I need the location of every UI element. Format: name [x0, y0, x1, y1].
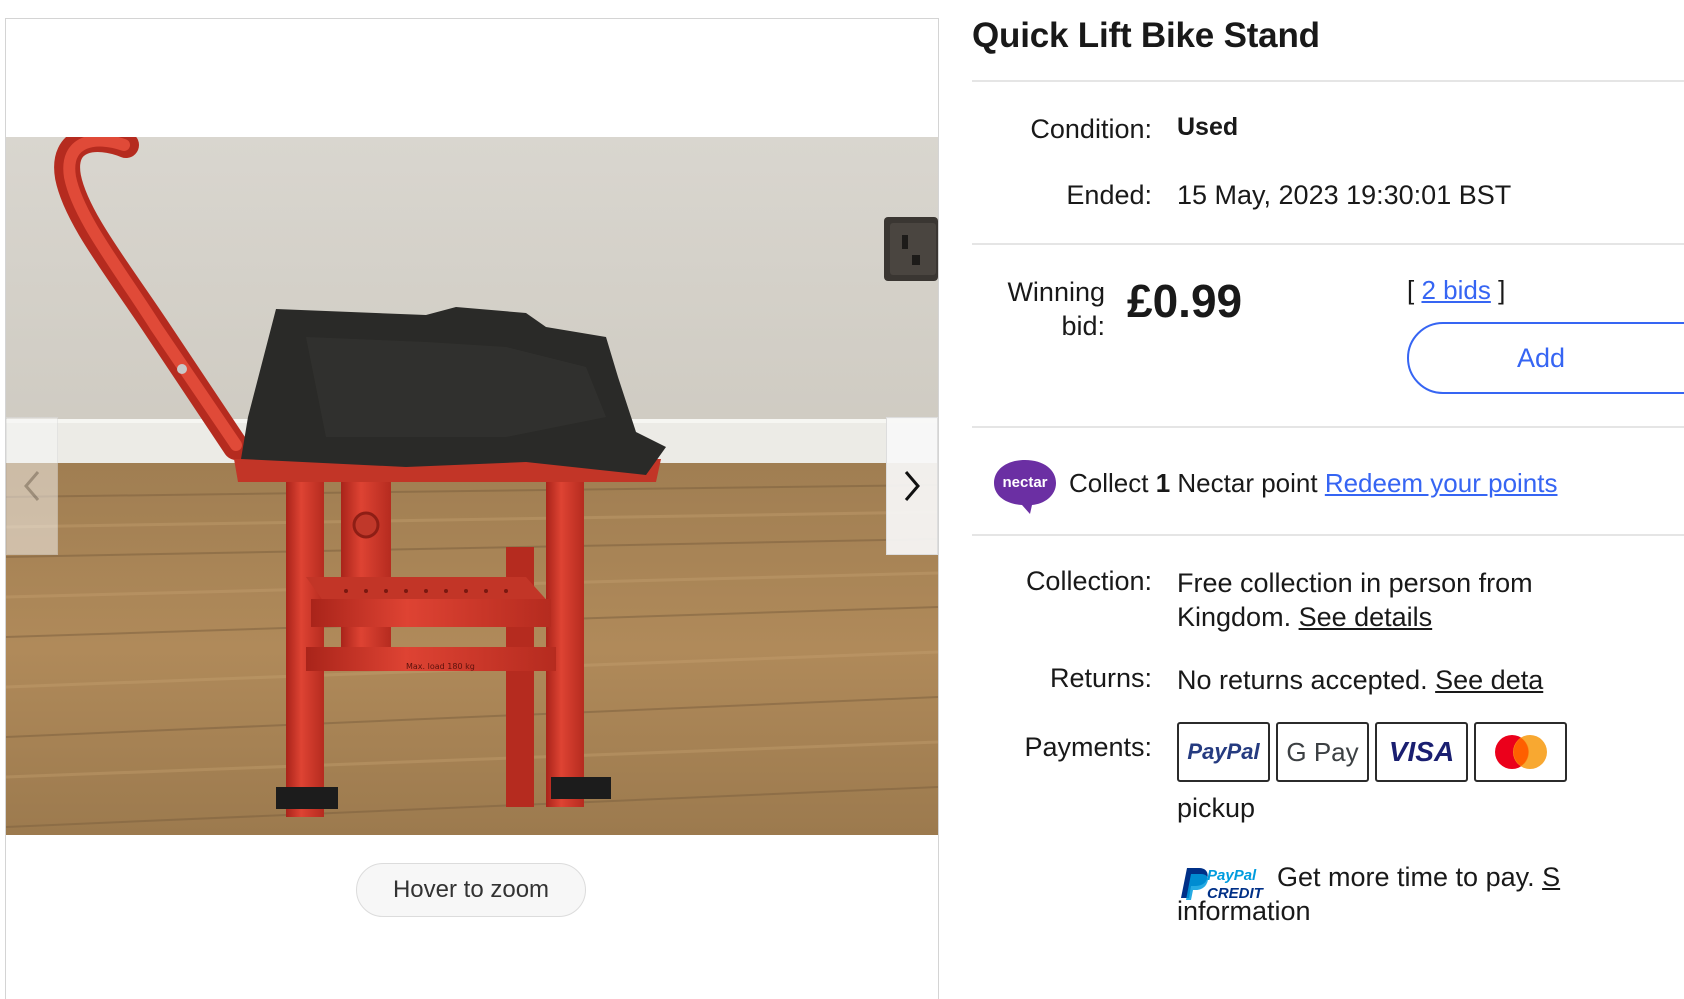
max-load-label: Max. load 180 kg [406, 662, 475, 671]
collection-see-details-link[interactable]: See details [1299, 602, 1433, 632]
ended-value: 15 May, 2023 19:30:01 BST [1177, 180, 1512, 210]
nectar-collect-text: Collect [1069, 468, 1156, 498]
visa-logo: VISA [1375, 722, 1468, 782]
redeem-points-link[interactable]: Redeem your points [1325, 468, 1558, 498]
paypal-credit-link[interactable]: S [1542, 862, 1560, 892]
hover-to-zoom-hint: Hover to zoom [356, 863, 586, 917]
chevron-right-icon [904, 471, 920, 501]
condition-value: Used [1177, 113, 1239, 141]
nectar-point-count: 1 [1155, 468, 1171, 498]
collection-label: Collection: [1025, 566, 1152, 596]
nectar-collect-suffix: Nectar point [1170, 468, 1325, 498]
divider [972, 426, 1684, 428]
payments-label: Payments: [1024, 732, 1152, 762]
nectar-logo: nectar [994, 460, 1056, 514]
collection-value: Free collection in person from Kingdom. … [1177, 568, 1533, 632]
returns-see-details-link[interactable]: See deta [1435, 665, 1543, 695]
paypal-credit-info-text: information [1177, 896, 1311, 926]
paypal-logo: PayPal [1177, 722, 1270, 782]
divider [972, 534, 1684, 536]
svg-text:PayPal: PayPal [1207, 867, 1257, 884]
next-image-button[interactable] [886, 417, 938, 555]
winning-bid-price: £0.99 [1127, 275, 1243, 327]
listing-details: Quick Lift Bike Stand Condition: Used En… [972, 0, 1684, 986]
divider [972, 80, 1684, 82]
product-photo[interactable]: Max. load 180 kg [6, 137, 938, 835]
mastercard-logo [1474, 722, 1567, 782]
bids-link[interactable]: 2 bids [1421, 275, 1490, 305]
add-to-watchlist-button[interactable]: Add [1407, 322, 1684, 394]
google-pay-logo: G Pay [1276, 722, 1369, 782]
paypal-credit-text: Get more time to pay. [1277, 862, 1543, 892]
pickup-text: pickup [1177, 793, 1256, 823]
divider [972, 243, 1684, 245]
chevron-left-icon [24, 471, 40, 501]
condition-label: Condition: [1030, 114, 1152, 144]
image-gallery: Max. load 180 kg Hover to zoom [5, 18, 939, 999]
ended-label: Ended: [1066, 180, 1152, 210]
returns-label: Returns: [1049, 663, 1152, 693]
bid-count: [ 2 bids ] [1407, 275, 1506, 305]
previous-image-button[interactable] [6, 417, 58, 555]
returns-value: No returns accepted. See deta [1177, 665, 1544, 695]
item-title: Quick Lift Bike Stand [972, 16, 1320, 55]
svg-text:nectar: nectar [1002, 474, 1047, 491]
winning-bid-label: Winning bid: [1007, 277, 1105, 341]
